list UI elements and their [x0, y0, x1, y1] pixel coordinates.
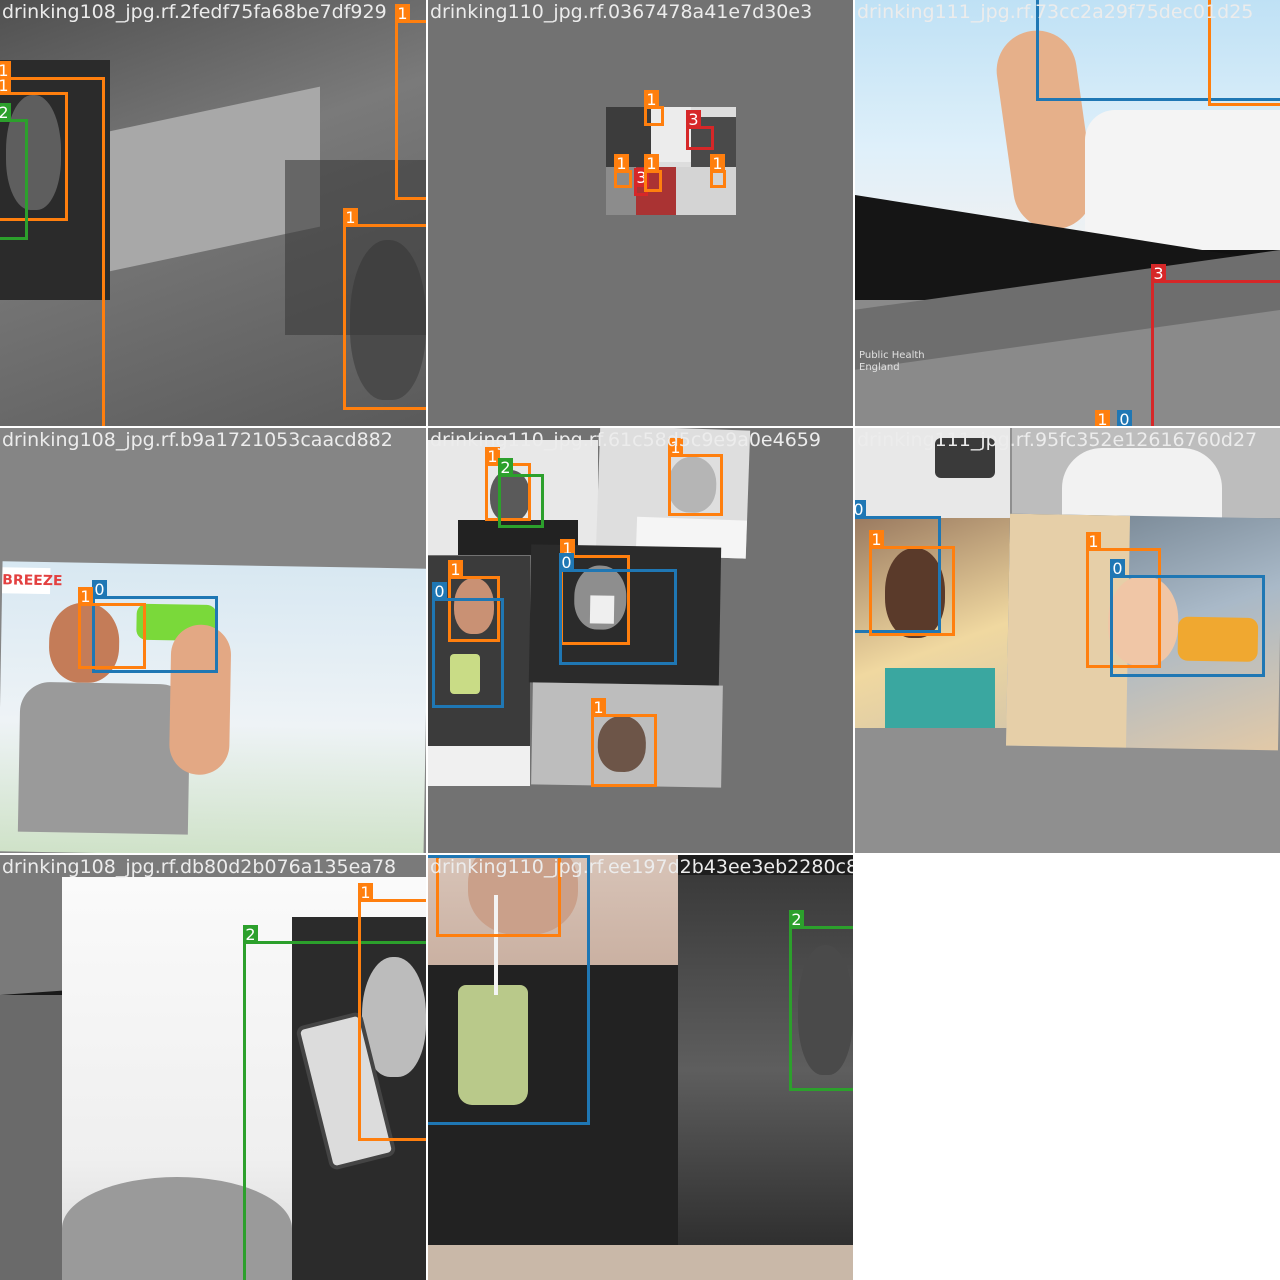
class-label: 0 — [855, 500, 866, 519]
torso — [17, 681, 191, 835]
detection-box: 1 — [644, 90, 664, 126]
mosaic-tile-2: 1 3 1 3 1 1 drinking110_jpg.rf.0367478a4… — [428, 0, 853, 426]
shirt — [1062, 448, 1222, 518]
detection-box: 0 — [432, 582, 504, 708]
class-label: 3 — [1151, 264, 1166, 283]
detection-box: 2 — [789, 910, 853, 1091]
public-health-caption: Public Health England — [859, 350, 925, 374]
class-label: 0 — [1110, 559, 1125, 578]
tank-top — [885, 668, 995, 728]
class-label: 2 — [789, 910, 804, 929]
blank-panel — [428, 746, 530, 786]
class-label: 1 — [644, 90, 659, 109]
detection-box: 1 — [78, 587, 146, 669]
detection-box: 0 — [559, 553, 677, 665]
collage-cell — [676, 167, 736, 215]
mosaic-tile-8: 1 0 2 drinking110_jpg.rf.ee197d2b43ee3eb… — [428, 855, 853, 1280]
detection-box: 1 — [869, 530, 955, 636]
class-label: 0 — [92, 580, 107, 599]
detection-box: 1 — [395, 4, 426, 200]
class-label: 2 — [243, 925, 258, 944]
dark-left-edge — [0, 995, 62, 1280]
detection-box: 3 — [1151, 264, 1280, 426]
detection-box: 1 — [591, 698, 657, 787]
class-label: 2 — [0, 103, 11, 122]
tile-filename: drinking110_jpg.rf.ee197d2b43ee3eb2280c8 — [430, 856, 853, 878]
class-label: 1 — [358, 883, 373, 902]
tile-filename: drinking108_jpg.rf.db80d2b076a135ea78 — [2, 856, 397, 878]
class-label: 1 — [1095, 410, 1110, 426]
class-label: 1 — [0, 76, 11, 95]
detection-box: 1 — [343, 208, 426, 410]
striped-shirt — [1085, 110, 1280, 250]
mosaic-tile-5: 1 2 1 1 0 1 0 1 drinking110_jpg.rf.61c58… — [428, 428, 853, 853]
mosaic-tile-1: 1 1 2 1 1 drinking108_jpg.rf.2fedf75fa68… — [0, 0, 426, 426]
detection-box: 2 — [0, 103, 28, 240]
class-label: 1 — [710, 154, 725, 173]
detection-box: 1 — [614, 154, 632, 188]
sponsor-logo: BREEZE — [2, 567, 63, 595]
tile-filename: drinking110_jpg.rf.0367478a41e7d30e3 — [430, 1, 813, 23]
mosaic-tile-6: 0 1 1 0 drinking111_jpg.rf.95fc352e12616… — [855, 428, 1280, 853]
detection-box: 0 — [428, 855, 590, 1125]
class-label: 1 — [614, 154, 629, 173]
public-health-line1: Public Health — [859, 350, 925, 361]
bottom-strip — [428, 1245, 853, 1280]
tile-filename: drinking111_jpg.rf.95fc352e12616760d27 — [857, 429, 1258, 451]
class-label: 3 — [686, 110, 701, 129]
mosaic-tile-3: Public Health England 3 1 0 drinking111_… — [855, 0, 1280, 426]
detection-box: 3 — [686, 110, 714, 150]
class-label: 0 — [1117, 410, 1132, 426]
class-label: 2 — [498, 458, 513, 477]
detection-box: 1 — [710, 154, 726, 188]
tile-filename: drinking111_jpg.rf.73cc2a29f75dec01d25 — [857, 1, 1254, 23]
tile-filename: drinking110_jpg.rf.61c58d5c9e9a0e4659 — [430, 429, 821, 451]
class-label: 1 — [644, 154, 659, 173]
class-label: 1 — [448, 560, 463, 579]
detection-box: 1 — [358, 883, 426, 1141]
detection-box: 0 — [1110, 559, 1265, 677]
mosaic-tile-4: BREEZE 0 1 drinking108_jpg.rf.b9a1721053… — [0, 428, 426, 853]
class-label: 0 — [559, 553, 574, 572]
empty-cell — [855, 855, 1280, 1280]
class-label: 1 — [343, 208, 358, 227]
class-label: 1 — [591, 698, 606, 717]
public-health-line2: England — [859, 362, 900, 373]
class-label: 1 — [869, 530, 884, 549]
detection-box: 1 — [668, 438, 723, 516]
mosaic-tile-7: 2 1 drinking108_jpg.rf.db80d2b076a135ea7… — [0, 855, 426, 1280]
class-label: 1 — [1086, 532, 1101, 551]
class-label: 0 — [432, 582, 447, 601]
detection-box: 2 — [498, 458, 544, 528]
class-label: 1 — [78, 587, 93, 606]
tile-filename: drinking108_jpg.rf.b9a1721053caacd882 — [2, 429, 393, 451]
class-label: 1 — [395, 4, 410, 23]
detection-box: 1 — [644, 154, 662, 192]
tile-filename: drinking108_jpg.rf.2fedf75fa68be7df929 — [2, 1, 387, 23]
